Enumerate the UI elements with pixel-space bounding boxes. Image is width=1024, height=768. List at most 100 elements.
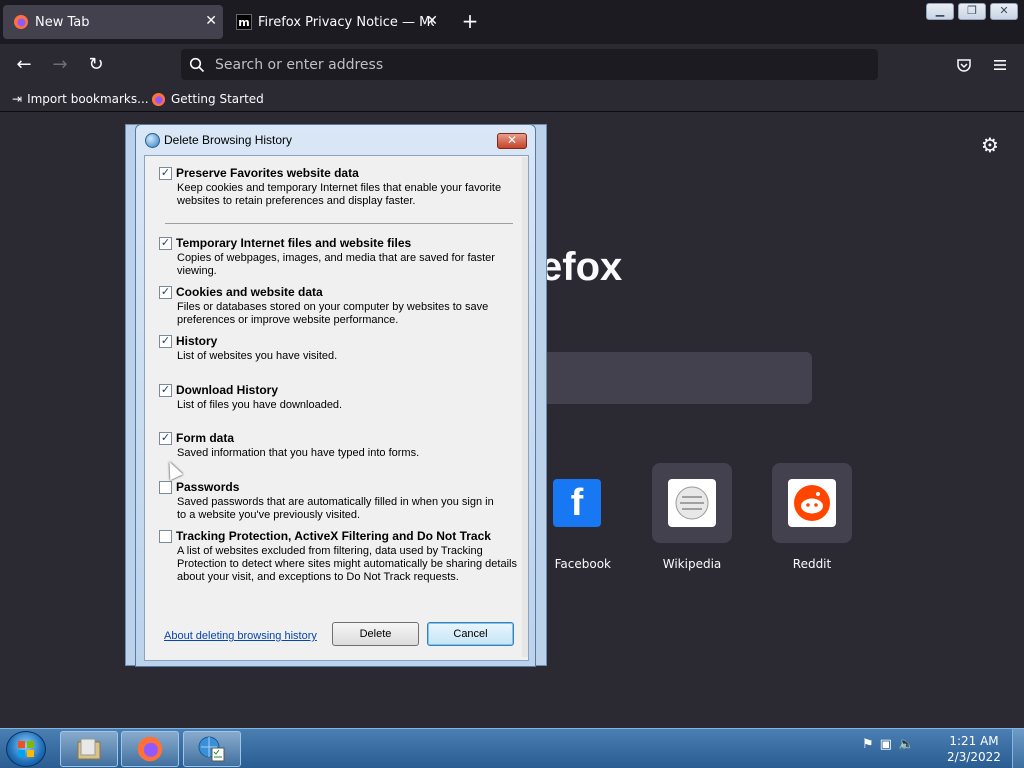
firefox-icon (151, 92, 166, 106)
firefox-icon (137, 736, 163, 762)
pocket-icon[interactable] (956, 57, 972, 73)
bookmark-label: Import bookmarks... (27, 92, 149, 106)
checkbox-history[interactable]: ✓ (159, 335, 172, 348)
system-tray: ⚑ ▣ 🔈 (862, 737, 914, 752)
checkbox-tracking-protection[interactable] (159, 530, 172, 543)
tab-bar: New Tab ✕ m Firefox Privacy Notice — Moz… (0, 0, 1024, 44)
taskbar-file-explorer[interactable] (60, 731, 118, 767)
option-form-data[interactable]: ✓ Form data Saved information that you h… (159, 431, 519, 463)
checkbox-form-data[interactable]: ✓ (159, 432, 172, 445)
option-description: Copies of webpages, images, and media th… (177, 252, 495, 277)
option-cookies[interactable]: ✓ Cookies and website data Files or data… (159, 285, 519, 326)
dialog-body: ✓ Preserve Favorites website data Keep c… (144, 155, 529, 661)
top-site-wikipedia[interactable]: Wikipedia (652, 463, 732, 571)
taskbar-internet-options[interactable] (183, 731, 241, 767)
site-label: Reddit (792, 557, 832, 571)
nav-bar: ← → ↻ Search or enter address (0, 44, 1024, 86)
internet-options-icon (198, 736, 225, 762)
checkbox-preserve-favorites[interactable]: ✓ (159, 167, 172, 180)
close-tab-icon[interactable]: ✕ (205, 13, 217, 29)
menu-icon[interactable] (992, 57, 1008, 73)
network-icon[interactable]: ▣ (880, 737, 892, 752)
cancel-button[interactable]: Cancel (427, 622, 514, 646)
internet-explorer-icon (145, 133, 160, 148)
option-title: Tracking Protection, ActiveX Filtering a… (176, 529, 491, 543)
settings-gear-icon[interactable]: ⚙ (981, 133, 999, 157)
taskbar: ⚑ ▣ 🔈 1:21 AM 2/3/2022 (0, 728, 1024, 768)
show-desktop-button[interactable] (1012, 729, 1024, 768)
option-description: A list of websites excluded from filteri… (177, 545, 517, 583)
new-tab-button[interactable]: + (458, 9, 482, 33)
search-icon (189, 57, 205, 72)
option-temporary-files[interactable]: ✓ Temporary Internet files and website f… (159, 236, 519, 277)
minimize-button[interactable]: ▁ (926, 3, 954, 20)
checkbox-temporary-files[interactable]: ✓ (159, 237, 172, 250)
option-preserve-favorites[interactable]: ✓ Preserve Favorites website data Keep c… (159, 166, 519, 207)
option-description: Saved information that you have typed in… (177, 447, 420, 459)
delete-browsing-history-dialog: Delete Browsing History ✕ ✓ Preserve Fav… (135, 124, 536, 667)
clock-date: 2/3/2022 (947, 750, 1001, 764)
option-title: Passwords (176, 480, 240, 494)
bookmark-import[interactable]: ⇥ Import bookmarks... (12, 90, 149, 108)
windows-logo-icon (18, 741, 34, 757)
address-placeholder: Search or enter address (215, 56, 384, 73)
firefox-wordmark: efox (540, 245, 623, 289)
back-button[interactable]: ← (12, 53, 36, 77)
dialog-title: Delete Browsing History (164, 133, 293, 147)
option-description: List of websites you have visited. (177, 350, 338, 362)
forward-button[interactable]: → (48, 53, 72, 77)
newtab-search-box[interactable] (540, 352, 812, 404)
reload-button[interactable]: ↻ (84, 53, 108, 77)
checkbox-cookies[interactable]: ✓ (159, 286, 172, 299)
action-center-icon[interactable]: ⚑ (862, 737, 874, 752)
option-title: History (176, 334, 218, 348)
tab-title: Firefox Privacy Notice — Mozilla (258, 14, 434, 30)
bookmark-label: Getting Started (171, 92, 264, 106)
clock-time: 1:21 AM (949, 734, 999, 748)
checkbox-passwords[interactable] (159, 481, 172, 494)
volume-icon[interactable]: 🔈 (898, 737, 914, 752)
close-window-button[interactable]: ✕ (990, 3, 1018, 20)
bookmark-getting-started[interactable]: Getting Started (151, 90, 264, 108)
site-label: Wikipedia (662, 557, 722, 571)
dialog-close-button[interactable]: ✕ (497, 133, 527, 149)
tab-title: New Tab (35, 14, 90, 30)
option-tracking-protection[interactable]: Tracking Protection, ActiveX Filtering a… (159, 529, 519, 589)
option-description: Files or databases stored on your comput… (177, 301, 489, 326)
option-description: Saved passwords that are automatically f… (177, 496, 494, 521)
option-title: Form data (176, 431, 235, 445)
address-bar[interactable]: Search or enter address (181, 49, 878, 80)
option-title: Preserve Favorites website data (176, 166, 359, 180)
option-description: List of files you have downloaded. (177, 399, 343, 411)
tab-new-tab[interactable]: New Tab ✕ (3, 5, 223, 39)
option-history[interactable]: ✓ History List of websites you have visi… (159, 334, 519, 366)
taskbar-firefox[interactable] (121, 731, 179, 767)
clock[interactable]: 1:21 AM 2/3/2022 (940, 733, 1008, 765)
option-description: Keep cookies and temporary Internet file… (177, 182, 502, 207)
bookmarks-bar: ⇥ Import bookmarks... Getting Started (0, 86, 1024, 112)
start-button[interactable] (6, 731, 46, 767)
folder-icon (77, 738, 101, 760)
site-tile (652, 463, 732, 543)
checkbox-download-history[interactable]: ✓ (159, 384, 172, 397)
reddit-icon (788, 479, 836, 527)
top-site-reddit[interactable]: Reddit (772, 463, 852, 571)
option-passwords[interactable]: Passwords Saved passwords that are autom… (159, 480, 519, 521)
option-download-history[interactable]: ✓ Download History List of files you hav… (159, 383, 519, 415)
facebook-icon: f (553, 479, 601, 527)
delete-button[interactable]: Delete (332, 622, 419, 646)
restore-button[interactable]: ❐ (958, 3, 986, 20)
separator (165, 223, 513, 224)
close-tab-icon[interactable]: ✕ (426, 13, 438, 29)
option-title: Temporary Internet files and website fil… (176, 236, 412, 250)
dialog-edge (522, 157, 528, 657)
firefox-icon (14, 15, 28, 29)
option-title: Download History (176, 383, 279, 397)
about-deleting-history-link[interactable]: About deleting browsing history (164, 630, 317, 642)
site-tile (772, 463, 852, 543)
tab-privacy-notice[interactable]: m Firefox Privacy Notice — Mozilla ✕ (226, 5, 446, 39)
mozilla-icon: m (236, 14, 252, 30)
option-title: Cookies and website data (176, 285, 323, 299)
import-icon: ⇥ (12, 92, 23, 106)
wikipedia-icon (668, 479, 716, 527)
